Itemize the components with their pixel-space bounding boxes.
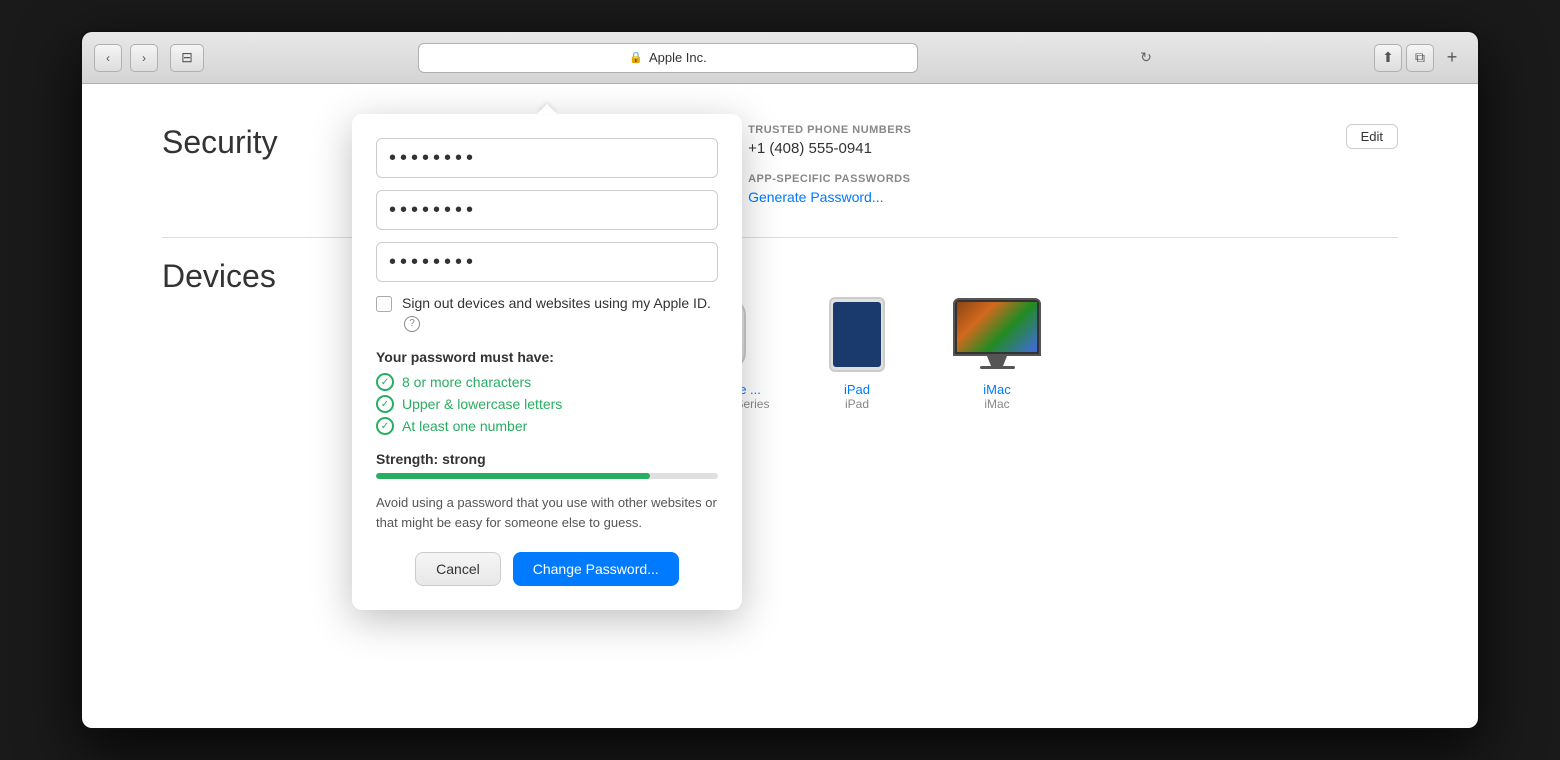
address-text: Apple Inc. <box>649 50 707 65</box>
strength-label: Strength: strong <box>376 451 718 467</box>
modal-buttons: Cancel Change Password... <box>376 552 718 586</box>
req-item-characters: ✓ 8 or more characters <box>376 373 718 391</box>
tabs-button[interactable]: ⧉ <box>1406 44 1434 72</box>
security-section: Security PASSWORD Change Password... TRU… <box>162 124 1398 207</box>
req-text-number: At least one number <box>402 418 527 434</box>
phone-number: +1 (408) 555-0941 <box>748 140 911 157</box>
app-specific-label: APP-SPECIFIC PASSWORDS <box>748 173 911 185</box>
trusted-phone-section: TRUSTED PHONE NUMBERS +1 (408) 555-0941 … <box>748 124 911 207</box>
ipad-icon <box>829 297 885 372</box>
devices-title: Devices <box>162 258 342 295</box>
lock-icon: 🔒 <box>629 51 643 64</box>
imac-image <box>957 294 1037 374</box>
change-password-submit-button[interactable]: Change Password... <box>513 552 679 586</box>
strength-bar-fill <box>376 473 650 479</box>
ipad-name[interactable]: iPad <box>844 382 870 397</box>
address-bar[interactable]: 🔒 Apple Inc. <box>418 43 918 73</box>
req-item-case: ✓ Upper & lowercase letters <box>376 395 718 413</box>
cancel-button[interactable]: Cancel <box>415 552 501 586</box>
check-icon-characters: ✓ <box>376 373 394 391</box>
sign-out-label: Sign out devices and websites using my A… <box>402 294 718 333</box>
share-button[interactable]: ⬆ <box>1374 44 1402 72</box>
toolbar-actions: ⬆ ⧉ + <box>1374 44 1466 72</box>
app-specific-section: APP-SPECIFIC PASSWORDS Generate Password… <box>748 173 911 207</box>
requirements-title: Your password must have: <box>376 349 718 365</box>
reload-button[interactable]: ↻ <box>1132 44 1160 72</box>
imac-name[interactable]: iMac <box>983 382 1010 397</box>
trusted-phones-label: TRUSTED PHONE NUMBERS <box>748 124 911 136</box>
divider <box>162 237 1398 238</box>
avoid-text: Avoid using a password that you use with… <box>376 493 718 532</box>
req-text-case: Upper & lowercase letters <box>402 396 562 412</box>
confirm-password-field[interactable] <box>376 242 718 282</box>
mac-frame: ‹ › ⊟ 🔒 Apple Inc. ↻ ⬆ ⧉ + Edit Security… <box>80 30 1480 730</box>
devices-section: Devices ow. Learn more › Apple TV <box>162 258 1398 425</box>
device-item-ipad[interactable]: iPad iPad <box>802 294 912 425</box>
check-icon-number: ✓ <box>376 417 394 435</box>
imac-type: iMac <box>984 397 1009 411</box>
strength-section: Strength: strong <box>376 451 718 479</box>
edit-button[interactable]: Edit <box>1346 124 1398 149</box>
req-text-characters: 8 or more characters <box>402 374 531 390</box>
forward-button[interactable]: › <box>130 44 158 72</box>
current-password-field[interactable] <box>376 138 718 178</box>
imac-icon <box>953 298 1041 370</box>
ipad-type: iPad <box>845 397 869 411</box>
sign-out-checkbox[interactable] <box>376 296 392 312</box>
req-item-number: ✓ At least one number <box>376 417 718 435</box>
change-password-modal: Sign out devices and websites using my A… <box>352 114 742 610</box>
generate-password-link[interactable]: Generate Password... <box>748 189 883 205</box>
check-icon-case: ✓ <box>376 395 394 413</box>
requirements-section: Your password must have: ✓ 8 or more cha… <box>376 349 718 435</box>
device-item-imac[interactable]: iMac iMac <box>942 294 1052 425</box>
ipad-image <box>817 294 897 374</box>
back-button[interactable]: ‹ <box>94 44 122 72</box>
strength-bar-container <box>376 473 718 479</box>
sign-out-row: Sign out devices and websites using my A… <box>376 294 718 333</box>
sidebar-button[interactable]: ⊟ <box>170 44 204 72</box>
browser-chrome: ‹ › ⊟ 🔒 Apple Inc. ↻ ⬆ ⧉ + <box>82 32 1478 84</box>
page-content: Edit Security PASSWORD Change Password..… <box>82 84 1478 465</box>
help-icon[interactable]: ? <box>404 316 420 332</box>
security-title: Security <box>162 124 342 161</box>
new-password-field[interactable] <box>376 190 718 230</box>
browser-content: Edit Security PASSWORD Change Password..… <box>82 84 1478 728</box>
new-tab-button[interactable]: + <box>1438 44 1466 72</box>
